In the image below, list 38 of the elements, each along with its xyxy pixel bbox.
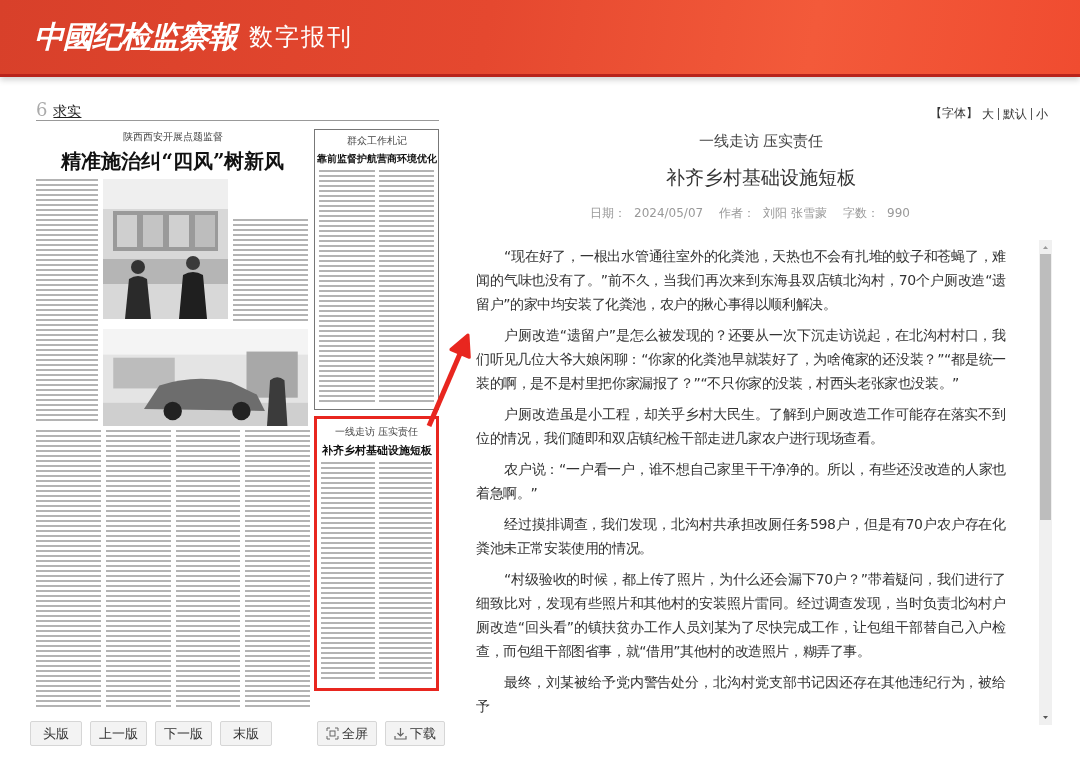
page-nav-button[interactable]: 下一版 <box>155 721 212 746</box>
newspaper-page[interactable]: 6 求实 陕西西安开展点题监督 精准施治纠“四风”树新风 群众工作札记 靠前监督护航营商环境优化 一线走访 压实责任 补齐乡村基础设施短板 <box>30 98 445 713</box>
article-paragraph: 农户说：“一户看一户，谁不想自己家里干干净净的。所以，有些还没改造的人家也着急啊。” <box>476 460 1006 503</box>
fullscreen-icon <box>326 727 339 740</box>
download-button[interactable]: 下载 <box>385 721 445 746</box>
font-size-label: 【字体】 <box>930 105 978 122</box>
article-headline: 补齐乡村基础设施短板 <box>321 443 432 458</box>
article-paragraph: 最终，刘某被给予党内警告处分，北沟村党支部书记因还存在其他违纪行为，被给予 <box>476 673 1006 716</box>
meta-value: 2024/05/07 <box>634 206 704 220</box>
font-size-option[interactable]: 默认 <box>998 107 1031 120</box>
section-name: 求实 <box>53 102 82 120</box>
article-kicker: 一线走访 压实责任 <box>334 425 419 439</box>
meta-value: 刘阳 张雪蒙 <box>763 206 827 220</box>
article-headline: 靠前监督护航营商环境优化 <box>316 152 437 166</box>
article-kicker: 一线走访 压实责任 <box>698 132 824 151</box>
article-paragraph: 经过摸排调查，我们发现，北沟村共承担改厕任务598户，但是有70户农户存在化粪池未正常安装使用的情况。 <box>476 515 1006 558</box>
page-nav-button[interactable]: 上一版 <box>90 721 147 746</box>
meta-label: 作者： <box>719 206 756 220</box>
article-title: 补齐乡村基础设施短板 <box>666 165 856 190</box>
font-size-option[interactable]: 大 <box>978 107 998 120</box>
scrollbar[interactable] <box>1039 240 1052 725</box>
article-paragraph: 户厕改造“遗留户”是怎么被发现的？还要从一次下沉走访说起，在北沟村村口，我们听见几位大爷大娘闲聊：“你家的化粪池早就装好了，为啥俺家的还没装？”“都是统一装的啊，是不是村里把你家漏报了？”“不只你家的没装，村西头老张家也没装。” <box>476 326 1006 393</box>
site-subtitle: 数字报刊 <box>249 22 353 53</box>
download-icon <box>394 727 407 740</box>
article-headline: 精准施治纠“四风”树新风 <box>61 148 285 175</box>
article-paragraph: “村级验收的时候，都上传了照片，为什么还会漏下70户？”带着疑问，我们进行了细致比对，发现有些照片和其他村的安装照片雷同。经过调查发现，当时负责北沟村户厕改造“回头看”的镇扶贫办工作人员刘某为了尽快完成工作，让包组干部替自己入户检查，而包组干部图省事，就“借用”其他村的改造照片，糊弄了事。 <box>476 570 1006 661</box>
article-kicker: 陕西西安开展点题监督 <box>123 130 223 144</box>
page-nav-button[interactable]: 头版 <box>30 721 82 746</box>
meta-value: 990 <box>887 206 910 220</box>
fullscreen-button[interactable]: 全屏 <box>317 721 377 746</box>
article-paragraph: “现在好了，一根出水管通往室外的化粪池，天热也不会有扎堆的蚊子和苍蝇了，难闻的气味也没有了。”前不久，当我们再次来到东海县双店镇北沟村，70个户厕改造“遗留户”的家中均安装了化粪池，农户的揪心事得以顺利解决。 <box>476 247 1006 314</box>
page-number: 6 <box>36 100 48 120</box>
page-nav-button[interactable]: 末版 <box>220 721 272 746</box>
meta-label: 字数： <box>843 206 879 220</box>
article-paragraph: 户厕改造虽是小工程，却关乎乡村大民生。了解到户厕改造工作可能存在落实不到位的情况，我们随即和双店镇纪检干部走进几家农户进行现场查看。 <box>476 405 1006 448</box>
column-label: 群众工作札记 <box>346 134 407 148</box>
meta-label: 日期： <box>590 206 626 220</box>
font-size-option[interactable]: 小 <box>1031 107 1052 120</box>
